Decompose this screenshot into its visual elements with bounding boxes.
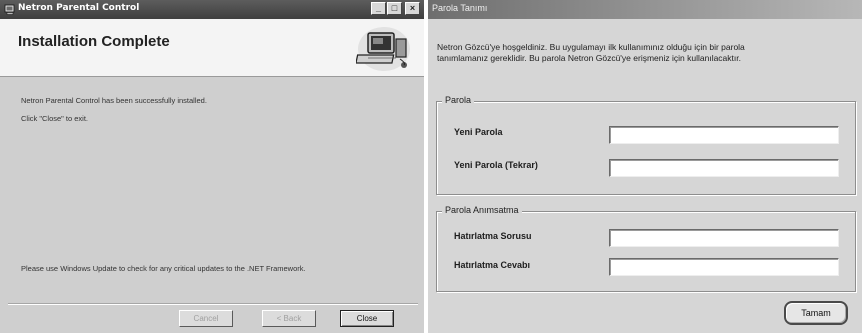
page-title: Installation Complete <box>18 33 170 50</box>
reminder-question-field[interactable] <box>609 229 839 247</box>
ok-button[interactable]: Tamam <box>784 301 848 325</box>
cancel-button[interactable]: Cancel <box>179 310 233 327</box>
close-button[interactable]: Close <box>340 310 394 327</box>
password-setup-titlebar[interactable]: Parola Tanımı <box>428 0 862 19</box>
password-setup-window: Parola Tanımı Netron Gözcü'ye hoşgeldini… <box>428 0 862 333</box>
button-divider <box>8 303 418 305</box>
repeat-password-label: Yeni Parola (Tekrar) <box>454 160 538 170</box>
new-password-label: Yeni Parola <box>454 127 503 137</box>
caption-buttons: _ □ × <box>371 2 420 15</box>
computer-setup-illustration <box>356 27 410 71</box>
installer-title: Netron Parental Control <box>18 3 140 13</box>
installer-header: Installation Complete <box>0 19 424 77</box>
password-reminder-group: Parola Anımsatma Hatırlatma Sorusu Hatır… <box>436 205 856 292</box>
close-instruction-text: Click "Close" to exit. <box>21 114 89 123</box>
password-group: Parola Yeni Parola Yeni Parola (Tekrar) <box>436 95 856 195</box>
minimize-icon[interactable]: _ <box>371 2 386 15</box>
installer-titlebar[interactable]: Netron Parental Control _ □ × <box>0 0 424 19</box>
repeat-password-field[interactable] <box>609 159 839 177</box>
intro-text-line-1: Netron Gözcü'ye hoşgeldiniz. Bu uygulama… <box>437 42 745 52</box>
reminder-question-label: Hatırlatma Sorusu <box>454 231 532 241</box>
back-button[interactable]: < Back <box>262 310 316 327</box>
new-password-field[interactable] <box>609 126 839 144</box>
password-setup-title: Parola Tanımı <box>432 3 488 13</box>
intro-text-line-2: tanımlamanız gereklidir. Bu parola Netro… <box>437 53 741 63</box>
close-icon[interactable]: × <box>405 2 420 15</box>
password-group-label: Parola <box>442 95 475 105</box>
installer-window: Netron Parental Control _ □ × Installati… <box>0 0 424 333</box>
install-success-text: Netron Parental Control has been success… <box>21 96 207 105</box>
maximize-icon[interactable]: □ <box>387 2 402 15</box>
dotnet-update-note: Please use Windows Update to check for a… <box>21 264 306 273</box>
reminder-answer-field[interactable] <box>609 258 839 276</box>
reminder-answer-label: Hatırlatma Cevabı <box>454 260 531 270</box>
reminder-group-label: Parola Anımsatma <box>442 205 522 215</box>
app-icon <box>4 4 15 15</box>
